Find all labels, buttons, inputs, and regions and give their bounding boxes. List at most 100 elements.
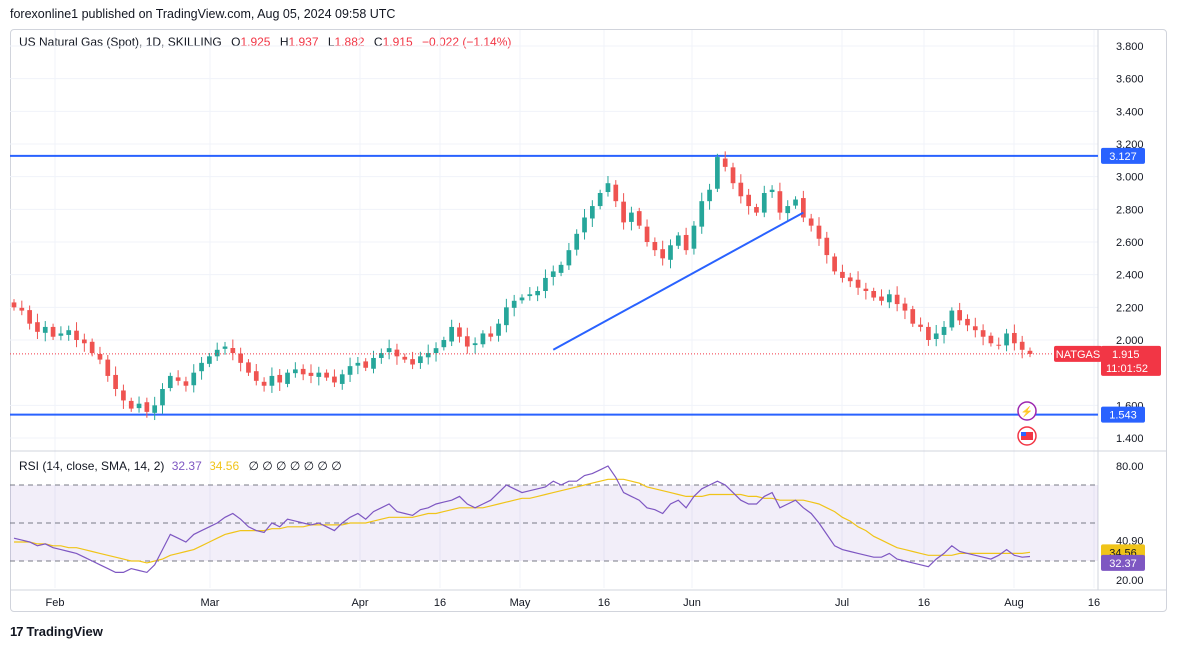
candle-body bbox=[136, 403, 142, 409]
candle-body bbox=[1004, 333, 1009, 346]
time-tick-label: 16 bbox=[1088, 597, 1100, 609]
candle-body bbox=[81, 339, 87, 344]
time-tick-label: Feb bbox=[46, 597, 65, 609]
price-tick-label: 1.400 bbox=[1116, 433, 1144, 445]
candle-body bbox=[550, 271, 556, 277]
candle-body bbox=[933, 333, 939, 340]
time-tick-label: 16 bbox=[918, 597, 930, 609]
candle-body bbox=[879, 296, 884, 301]
candle-body bbox=[89, 341, 95, 354]
candle-body bbox=[769, 189, 775, 193]
time-tick-label: Jun bbox=[683, 597, 701, 609]
candle-body bbox=[957, 310, 963, 321]
candle-body bbox=[519, 297, 525, 301]
candle-body bbox=[222, 346, 228, 349]
candle-body bbox=[214, 349, 220, 357]
candle-body bbox=[832, 256, 837, 272]
candle-body bbox=[105, 359, 111, 376]
time-tick-label: Mar bbox=[201, 597, 220, 609]
time-tick-label: Apr bbox=[351, 597, 368, 609]
candle-body bbox=[543, 277, 548, 291]
candle-body bbox=[715, 157, 720, 189]
candle-body bbox=[574, 233, 580, 250]
candle-body bbox=[207, 356, 212, 364]
price-tick-label: 2.200 bbox=[1116, 302, 1144, 314]
candle-body bbox=[793, 199, 798, 206]
candle-body bbox=[160, 389, 165, 406]
level-badge-label: 1.543 bbox=[1109, 410, 1137, 422]
candle-body bbox=[11, 302, 17, 308]
candle-body bbox=[785, 206, 791, 214]
candle-body bbox=[496, 323, 501, 336]
candle-body bbox=[996, 344, 1002, 346]
candle-body bbox=[261, 381, 267, 386]
candle-body bbox=[949, 310, 955, 328]
candle-body bbox=[472, 343, 478, 346]
candle-body bbox=[152, 405, 158, 413]
candle-body bbox=[972, 326, 978, 331]
candle-body bbox=[199, 362, 204, 372]
candle-body bbox=[230, 348, 236, 354]
candle-body bbox=[644, 226, 650, 242]
candle-body bbox=[691, 225, 697, 249]
candle-body bbox=[1012, 332, 1017, 344]
candle-body bbox=[566, 250, 572, 266]
candle-body bbox=[965, 318, 970, 326]
candle-body bbox=[668, 245, 673, 260]
chart-svg[interactable]: 3.8003.6003.4003.2003.0002.8002.6002.400… bbox=[0, 0, 1177, 650]
candle-body bbox=[308, 372, 314, 376]
price-tick-label: 2.400 bbox=[1116, 270, 1144, 282]
candle-body bbox=[941, 326, 947, 335]
candle-body bbox=[980, 330, 986, 337]
candle-body bbox=[35, 322, 40, 332]
price-tick-label: 3.600 bbox=[1116, 74, 1144, 86]
candle-body bbox=[746, 194, 751, 207]
rsi-tick-label: 80.00 bbox=[1116, 461, 1144, 473]
candle-body bbox=[816, 225, 822, 239]
last-price-value: 1.915 bbox=[1112, 349, 1140, 361]
candle-body bbox=[910, 309, 916, 324]
candle-body bbox=[527, 294, 533, 297]
candle-body bbox=[183, 381, 189, 386]
candle-body bbox=[1019, 341, 1025, 350]
candle-body bbox=[418, 356, 423, 364]
candle-body bbox=[355, 362, 361, 366]
candle-body bbox=[589, 206, 595, 219]
candle-body bbox=[926, 326, 931, 340]
last-price-countdown: 11:01:52 bbox=[1106, 363, 1148, 375]
candle-body bbox=[683, 234, 689, 251]
candle-body bbox=[144, 402, 150, 412]
tradingview-logo-icon: 17 bbox=[10, 624, 24, 639]
candle-body bbox=[824, 237, 830, 256]
price-tick-label: 2.800 bbox=[1116, 204, 1144, 216]
candle-body bbox=[707, 189, 712, 202]
candle-body bbox=[238, 353, 243, 363]
tradingview-logo[interactable]: 17 TradingView bbox=[10, 624, 103, 639]
candle-body bbox=[613, 184, 619, 202]
candle-body bbox=[761, 193, 767, 213]
candle-body bbox=[285, 372, 290, 384]
time-tick-label: Aug bbox=[1004, 597, 1024, 609]
candle-body bbox=[636, 211, 642, 226]
flag-canton bbox=[1021, 432, 1026, 436]
candle-body bbox=[777, 191, 783, 213]
candle-body bbox=[410, 359, 415, 365]
candle-body bbox=[894, 294, 900, 305]
time-tick-label: Jul bbox=[835, 597, 849, 609]
candle-body bbox=[74, 330, 79, 340]
candle-body bbox=[191, 372, 197, 386]
price-tick-label: 3.000 bbox=[1116, 172, 1144, 184]
candle-body bbox=[629, 212, 634, 222]
candle-body bbox=[394, 349, 400, 357]
candle-body bbox=[863, 288, 869, 291]
candle-body bbox=[457, 327, 462, 337]
symbol-badge-label: NATGAS bbox=[1056, 349, 1100, 361]
candle-body bbox=[582, 217, 587, 233]
candle-body bbox=[386, 348, 392, 353]
candle-body bbox=[175, 377, 181, 381]
candle-body bbox=[167, 375, 173, 389]
candle-body bbox=[675, 235, 681, 246]
candle-body bbox=[42, 326, 48, 333]
time-tick-label: 16 bbox=[434, 597, 446, 609]
candle-body bbox=[597, 193, 603, 207]
